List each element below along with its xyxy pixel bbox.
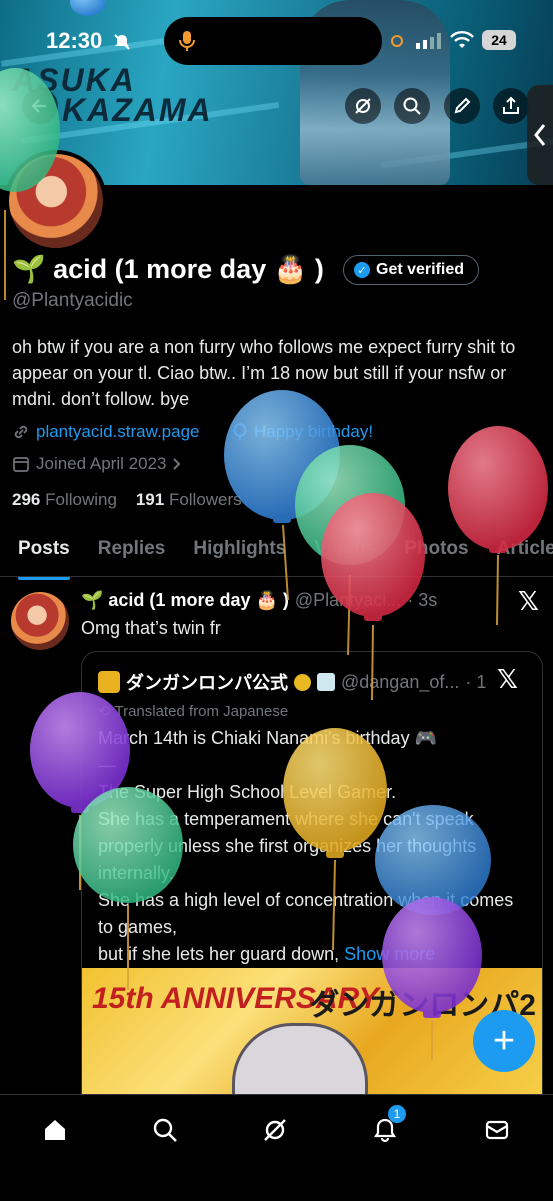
nav-search[interactable] <box>148 1113 182 1147</box>
quote-line: She has a high level of concentration wh… <box>98 890 514 937</box>
search-icon <box>153 1118 177 1142</box>
followers-count: 191 <box>135 490 165 509</box>
show-more-link[interactable]: Show more <box>344 944 435 964</box>
quote-line: — <box>98 755 116 775</box>
notifications-badge: 1 <box>388 1105 406 1123</box>
tab-posts[interactable]: Posts <box>18 530 70 580</box>
plus-icon: + <box>492 1019 516 1062</box>
quote-line: The Super High School Level Gamer. <box>98 782 397 802</box>
tab-highlights[interactable]: Highlights <box>193 530 286 574</box>
banner-text-line2: KAZAMA <box>62 92 213 128</box>
post-author-handle: @Plantyaci... <box>294 590 402 610</box>
profile-avatar[interactable] <box>5 150 107 252</box>
tab-articles[interactable]: Article <box>497 530 553 574</box>
search-icon <box>403 97 421 115</box>
bottom-navigation: 1 <box>0 1094 553 1201</box>
quote-author-handle: @dangan_of... <box>341 671 460 692</box>
wifi-icon <box>450 30 474 55</box>
nav-grok[interactable] <box>258 1113 292 1147</box>
following-count: 296 <box>12 490 41 509</box>
profile-handle: @Plantyacidic <box>12 290 133 311</box>
birthday-text: Happy birthday! <box>254 422 374 441</box>
chevron-right-icon <box>173 458 181 470</box>
birthday-row: Happy birthday! <box>232 422 373 442</box>
side-panel-handle[interactable] <box>527 85 553 185</box>
tab-videos[interactable]: Videos <box>314 530 376 574</box>
quote-line-last: but if she lets her guard down, Show mor… <box>98 941 528 968</box>
x-logo-icon: 𝕏 <box>518 586 539 616</box>
quote-author-name: ダンガンロンパ公式 <box>126 673 288 693</box>
profile-bio: oh btw if you are a non furry who follow… <box>12 337 516 409</box>
back-arrow-icon <box>31 99 46 113</box>
following-label: Following <box>45 490 117 509</box>
grok-button[interactable] <box>345 88 381 124</box>
quote-avatar <box>98 671 120 693</box>
battery-indicator: 24 <box>482 30 516 50</box>
edit-button[interactable] <box>444 88 480 124</box>
balloon-icon <box>233 423 247 440</box>
quote-line: She has a temperament where she can't sp… <box>98 809 477 883</box>
link-icon <box>14 425 28 439</box>
followers-stat[interactable]: 191 Followers <box>136 490 242 509</box>
status-time: 12:30 <box>46 28 103 53</box>
verified-check-icon: ✓ <box>354 262 370 278</box>
grok-icon <box>264 1119 286 1141</box>
post-text: Omg that’s twin fr <box>81 618 221 638</box>
translated-label: ⟲ Translated from Japanese <box>98 702 288 720</box>
get-verified-button[interactable]: ✓ Get verified <box>343 255 480 285</box>
website-row[interactable]: plantyacid.straw.page <box>12 422 200 442</box>
share-icon <box>503 96 519 114</box>
quote-body: March 14th is Chiaki Nanami's birthday 🎮… <box>98 725 528 968</box>
quote-line-text: but if she lets her guard down, <box>98 944 340 964</box>
follow-counts: 296 Following 191 Followers <box>12 490 242 510</box>
post-author-name[interactable]: 🌱 acid (1 more day 🎂 ) <box>81 590 289 611</box>
search-button[interactable] <box>394 88 430 124</box>
nav-messages[interactable] <box>480 1113 514 1147</box>
share-button[interactable] <box>493 88 529 124</box>
quote-time: · 1 <box>465 671 487 692</box>
display-name: 🌱 acid (1 more day 🎂 ) <box>12 254 324 284</box>
followers-label: Followers <box>168 490 242 509</box>
quote-x-logo-icon: 𝕏 <box>497 664 518 694</box>
quote-line: March 14th is Chiaki Nanami's birthday 🎮 <box>98 728 437 748</box>
profile-tabs: Posts Replies Highlights Videos Photos A… <box>0 530 553 580</box>
recording-indicator-icon <box>391 35 403 47</box>
affiliate-badge-icon <box>317 673 335 691</box>
signal-icon <box>416 33 442 54</box>
compose-button[interactable]: + <box>473 1010 535 1072</box>
back-button[interactable] <box>22 88 58 124</box>
grok-icon <box>355 98 371 114</box>
pencil-icon <box>454 97 471 114</box>
nav-home[interactable] <box>38 1113 72 1147</box>
website-link[interactable]: plantyacid.straw.page <box>36 422 200 442</box>
get-verified-label: Get verified <box>376 261 465 278</box>
tabs-divider <box>0 576 553 577</box>
dynamic-island <box>164 17 382 65</box>
gold-verified-icon <box>294 673 311 691</box>
post-avatar[interactable] <box>11 592 69 650</box>
calendar-icon <box>13 457 29 472</box>
translated-text: Translated from Japanese <box>114 703 289 720</box>
joined-date: Joined April 2023 <box>36 454 167 473</box>
tab-replies[interactable]: Replies <box>98 530 166 574</box>
nav-notifications[interactable]: 1 <box>368 1105 406 1147</box>
tab-photos[interactable]: Photos <box>404 530 468 574</box>
post-time: · 3s <box>407 590 438 610</box>
joined-row[interactable]: Joined April 2023 <box>12 454 182 474</box>
microphone-icon <box>179 31 195 51</box>
translate-icon: ⟲ <box>98 703 115 720</box>
silent-mode-icon <box>112 32 132 57</box>
post-header: 🌱 acid (1 more day 🎂 ) @Plantyaci... · 3… <box>81 590 437 611</box>
following-stat[interactable]: 296 Following <box>12 490 117 509</box>
chevron-left-icon <box>534 124 546 146</box>
home-icon <box>45 1120 65 1140</box>
quote-header: ダンガンロンパ公式 @dangan_of... · 1 <box>98 669 486 695</box>
mail-icon <box>485 1120 509 1140</box>
